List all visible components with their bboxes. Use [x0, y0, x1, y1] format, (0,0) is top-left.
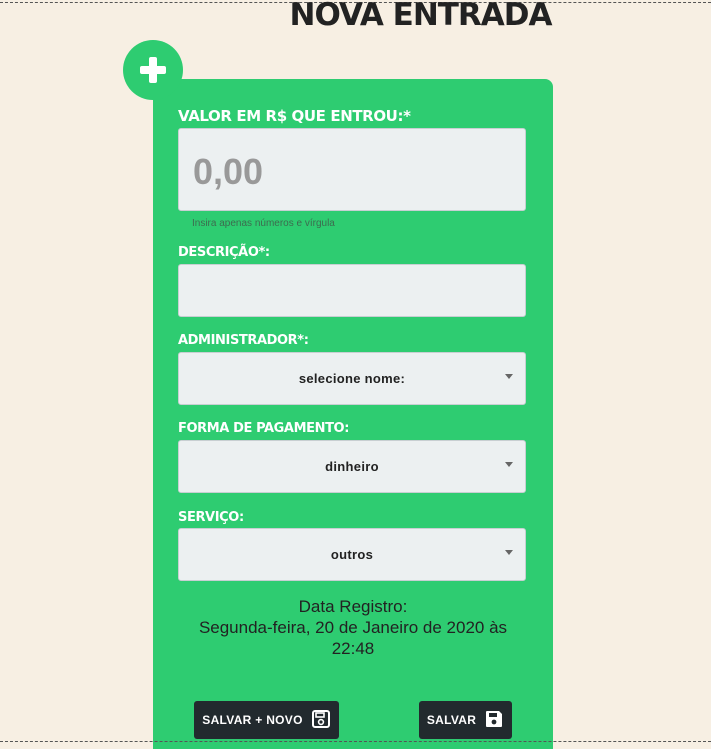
data-registro: Data Registro: Segunda-feira, 20 de Jane… [153, 596, 553, 659]
forma-pagamento-selected: dinheiro [325, 459, 379, 474]
valor-input[interactable]: 0,00 [178, 128, 526, 211]
administrador-selected: selecione nome: [298, 371, 406, 386]
servico-label: SERVIÇO: [178, 510, 244, 525]
chevron-down-icon [505, 550, 513, 555]
plus-icon [123, 40, 183, 100]
registro-date: Segunda-feira, 20 de Janeiro de 2020 às [198, 618, 508, 637]
save-and-new-label: SALVAR + NOVO [202, 713, 303, 727]
bottom-dashed-border [0, 741, 711, 742]
valor-placeholder: 0,00 [193, 151, 264, 192]
floppy-icon [484, 709, 504, 732]
administrador-label: ADMINISTRADOR*: [178, 333, 309, 348]
page-title: NOVA ENTRADA [289, 0, 553, 33]
forma-pagamento-label: FORMA DE PAGAMENTO: [178, 421, 350, 436]
registro-heading: Data Registro: [298, 597, 408, 616]
forma-pagamento-select[interactable]: dinheiro [178, 440, 526, 493]
valor-label: VALOR EM R$ QUE ENTROU:* [178, 107, 411, 125]
entry-form-card: VALOR EM R$ QUE ENTROU:* 0,00 Insira ape… [153, 79, 553, 749]
floppy-outline-icon [311, 709, 331, 732]
descricao-label: DESCRIÇÃO*: [178, 245, 270, 260]
servico-selected: outros [330, 547, 374, 562]
valor-hint: Insira apenas números e vírgula [192, 218, 335, 229]
chevron-down-icon [505, 462, 513, 467]
save-label: SALVAR [426, 713, 477, 727]
descricao-input[interactable] [178, 264, 526, 317]
registro-time: 22:48 [331, 639, 375, 658]
chevron-down-icon [505, 374, 513, 379]
administrador-select[interactable]: selecione nome: [178, 352, 526, 405]
save-and-new-button[interactable]: SALVAR + NOVO [194, 701, 339, 739]
save-button[interactable]: SALVAR [419, 701, 512, 739]
servico-select[interactable]: outros [178, 528, 526, 581]
